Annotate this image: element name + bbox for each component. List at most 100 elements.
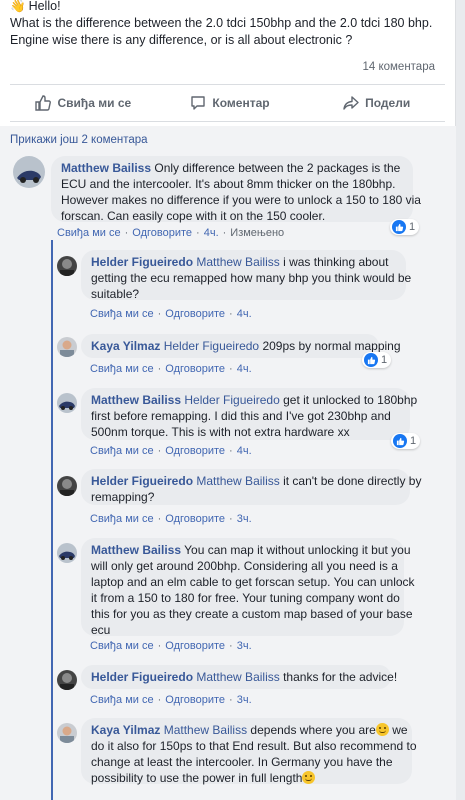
reply-link[interactable]: Одговорите <box>165 363 225 375</box>
post-greeting-line: 👋 Hello! <box>10 0 450 15</box>
comment-text: You can map it without unlocking it but … <box>181 543 411 557</box>
post-text: 👋 Hello! What is the difference between t… <box>10 0 450 49</box>
comment-meta: Свиђа ми се · Одговорите · 4ч. · Измењено <box>57 227 285 239</box>
timestamp[interactable]: 3ч. <box>237 694 252 706</box>
timestamp[interactable]: 4ч. <box>237 363 252 375</box>
comment-bubble: Kaya Yilmaz Matthew Bailiss depends wher… <box>81 718 417 785</box>
comment-text: ECU and the intercooler. It's about 8mm … <box>61 177 396 191</box>
comment-text: change at least the intercooler. In Germ… <box>91 755 393 769</box>
reply-thread-indicator <box>51 240 53 800</box>
reaction-number: 1 <box>409 221 416 233</box>
mention-link[interactable]: Matthew Bailiss <box>196 670 279 684</box>
post-text-line: Engine wise there is any difference, or … <box>10 33 353 47</box>
divider <box>10 84 445 85</box>
reaction-number: 1 <box>410 435 417 447</box>
comment-button-label: Коментар <box>212 96 270 110</box>
avatar[interactable] <box>13 156 45 188</box>
divider <box>10 121 445 122</box>
like-reaction-icon <box>364 353 378 367</box>
comment-text: ecu <box>91 623 111 637</box>
reaction-count[interactable]: 1 <box>362 352 392 368</box>
comment-author[interactable]: Kaya Yilmaz <box>91 339 160 353</box>
reply-link[interactable]: Одговорите <box>165 445 225 457</box>
avatar[interactable] <box>57 476 77 496</box>
comment-text: thanks for the advice! <box>279 670 398 684</box>
comment-author[interactable]: Helder Figueiredo <box>91 670 193 684</box>
comment-text: suitable? <box>91 287 140 301</box>
comment-bubble: Helder Figueiredo Matthew Bailiss i was … <box>81 250 412 301</box>
reaction-count[interactable]: 1 <box>390 219 420 235</box>
comment-text: 209ps by normal mapping <box>259 339 401 353</box>
like-comment-link[interactable]: Свиђа ми се <box>90 363 154 375</box>
like-comment-link[interactable]: Свиђа ми се <box>57 227 121 239</box>
comment-author[interactable]: Kaya Yilmaz <box>91 723 160 737</box>
like-comment-link[interactable]: Свиђа ми се <box>90 694 154 706</box>
like-comment-link[interactable]: Свиђа ми се <box>90 640 154 652</box>
comment-meta: Свиђа ми се · Одговорите · 4ч. <box>90 445 252 457</box>
comment-button[interactable]: Коментар <box>157 88 304 118</box>
comment-text: laptop and an elm cable to get forscan s… <box>91 575 415 589</box>
mention-link[interactable]: Matthew Bailiss <box>164 723 247 737</box>
comment-text: However makes no difference if you were … <box>61 193 421 207</box>
like-comment-link[interactable]: Свиђа ми се <box>90 513 154 525</box>
like-comment-link[interactable]: Свиђа ми се <box>90 308 154 320</box>
comment-bubble: Matthew Bailiss You can map it without u… <box>81 538 415 637</box>
comment-bubble: Matthew Bailiss Helder Figueiredo get it… <box>81 388 417 440</box>
timestamp[interactable]: 3ч. <box>237 513 252 525</box>
reply-link[interactable]: Одговорите <box>132 227 192 239</box>
reply-link[interactable]: Одговорите <box>165 694 225 706</box>
timestamp[interactable]: 4ч. <box>237 308 252 320</box>
comment-bubble: Helder Figueiredo Matthew Bailiss thanks… <box>81 665 397 689</box>
mention-link[interactable]: Matthew Bailiss <box>196 255 279 269</box>
timestamp[interactable]: 4ч. <box>237 445 252 457</box>
comment-text: we <box>388 723 408 737</box>
comment-text: this for you as they create a custom map… <box>91 607 413 621</box>
comment-text: remapping? <box>91 490 155 504</box>
comment-text: depends where you are <box>247 723 376 737</box>
reply-link[interactable]: Одговорите <box>165 308 225 320</box>
mention-link[interactable]: Matthew Bailiss <box>196 474 279 488</box>
timestamp[interactable]: 3ч. <box>237 640 252 652</box>
share-icon <box>343 96 359 110</box>
comment-author[interactable]: Matthew Bailiss <box>91 543 181 557</box>
post-greeting: Hello! <box>28 0 61 13</box>
reply-link[interactable]: Одговорите <box>165 513 225 525</box>
comment-text: possibility to use the power in full len… <box>91 771 303 785</box>
like-button-label: Свиђа ми се <box>57 96 132 110</box>
comment-author[interactable]: Matthew Bailiss <box>91 393 181 407</box>
comment-text: getting the ecu remapped how many bhp yo… <box>91 271 412 285</box>
avatar[interactable] <box>57 337 77 357</box>
avatar[interactable] <box>57 256 77 276</box>
comment-text: first before remapping. I did this and I… <box>91 409 391 423</box>
timestamp[interactable]: 4ч. <box>204 227 219 239</box>
avatar[interactable] <box>57 543 77 563</box>
comment-text: will only get around 200bhp. Considering… <box>91 559 398 573</box>
comment-author[interactable]: Matthew Bailiss <box>61 161 151 175</box>
comment-count-link[interactable]: 14 коментара <box>362 61 435 73</box>
comment-text: it from a 150 to 180 for free. Your tuni… <box>91 591 400 605</box>
comment-author[interactable]: Helder Figueiredo <box>91 474 193 488</box>
edited-label[interactable]: Измењено <box>230 227 284 239</box>
comment-meta: Свиђа ми се · Одговорите · 4ч. <box>90 308 252 320</box>
reply-link[interactable]: Одговорите <box>165 640 225 652</box>
post-text-line: What is the difference between the 2.0 t… <box>10 16 433 30</box>
avatar[interactable] <box>57 670 77 690</box>
avatar[interactable] <box>57 723 77 743</box>
share-button[interactable]: Подели <box>303 88 450 118</box>
smiley-icon <box>375 723 389 736</box>
like-button[interactable]: Свиђа ми се <box>10 88 157 118</box>
mention-link[interactable]: Helder Figueiredo <box>184 393 279 407</box>
thumbs-up-icon <box>35 95 52 111</box>
comment-text: Only difference between the 2 packages i… <box>151 161 401 175</box>
like-comment-link[interactable]: Свиђа ми се <box>90 445 154 457</box>
comment-text: do it also for 150ps to that End result.… <box>91 739 417 753</box>
reaction-count[interactable]: 1 <box>391 433 421 449</box>
like-reaction-icon <box>392 220 406 234</box>
mention-link[interactable]: Helder Figueiredo <box>164 339 259 353</box>
avatar[interactable] <box>57 393 77 413</box>
comment-bubble: Matthew Bailiss Only difference between … <box>51 156 421 223</box>
comment-author[interactable]: Helder Figueiredo <box>91 255 193 269</box>
comment-text: 500nm torque. This is with not extra har… <box>91 425 350 439</box>
post-actions: Свиђа ми се Коментар Подели <box>10 88 450 118</box>
view-more-comments-link[interactable]: Прикажи још 2 коментара <box>10 134 148 146</box>
